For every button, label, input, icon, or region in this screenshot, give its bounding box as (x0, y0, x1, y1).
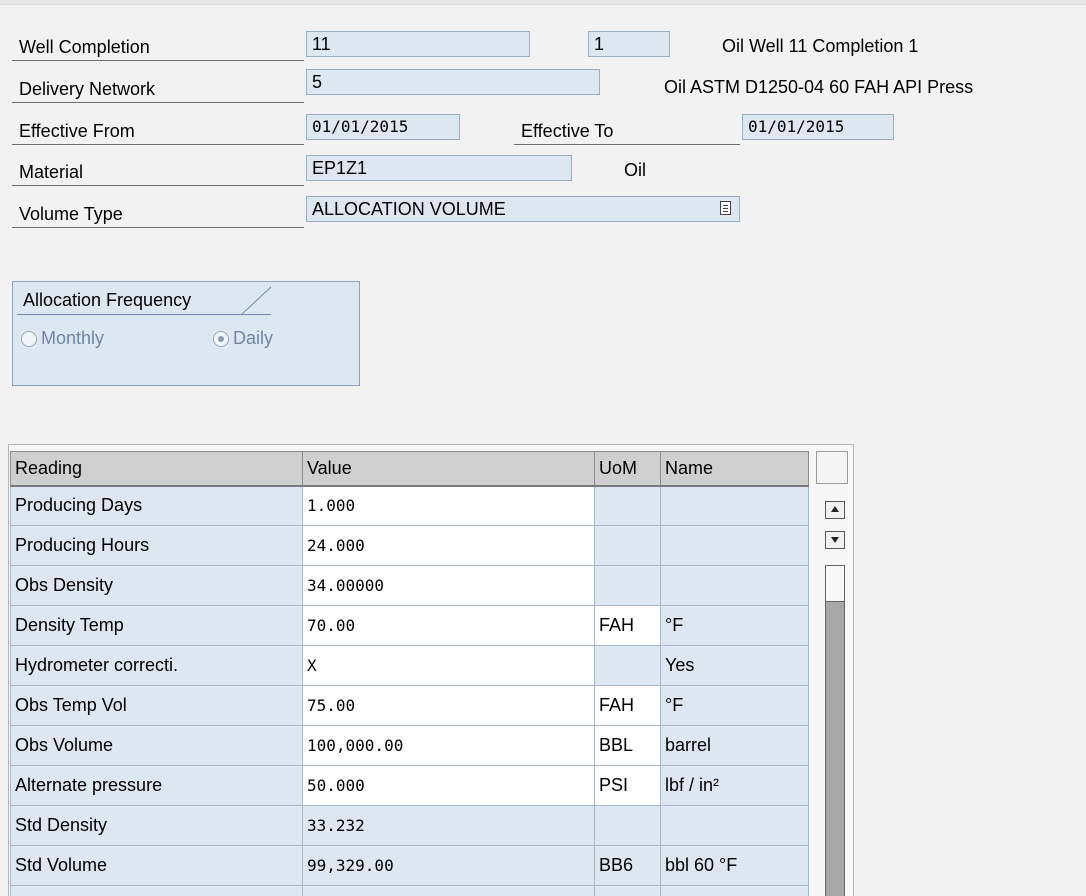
reading-cell: Obs Temp Vol (10, 685, 303, 726)
name-cell: barrel (660, 725, 809, 766)
table-row: Producing Days 1.000 (10, 485, 809, 526)
table-row: Hydrometer correcti. X Yes (10, 645, 809, 686)
vertical-scrollbar[interactable] (825, 565, 845, 896)
material-field[interactable]: EP1Z1 (306, 155, 572, 181)
reading-cell (10, 885, 303, 896)
table-row: Obs Volume 100,000.00 BBL barrel (10, 725, 809, 766)
reading-cell: Std Volume (10, 845, 303, 886)
reading-cell: Obs Density (10, 565, 303, 606)
value-cell[interactable]: 1.000 (302, 485, 595, 526)
radio-monthly[interactable]: Monthly (21, 326, 104, 350)
reading-cell: Density Temp (10, 605, 303, 646)
table-header-row: Reading Value UoM Name (10, 451, 809, 487)
uom-cell (594, 805, 661, 846)
reading-cell: Std Density (10, 805, 303, 846)
uom-cell (594, 525, 661, 566)
reading-cell: Producing Days (10, 485, 303, 526)
column-header-uom[interactable]: UoM (594, 451, 661, 487)
delivery-network-label: Delivery Network (12, 75, 304, 103)
radio-monthly-label: Monthly (41, 328, 105, 348)
well-completion-label: Well Completion (12, 33, 304, 61)
readings-table-container: Reading Value UoM Name Producing Days 1.… (8, 444, 854, 896)
name-cell (660, 885, 809, 896)
material-label: Material (12, 158, 304, 186)
table-row: Obs Density 34.00000 (10, 565, 809, 606)
effective-to-field[interactable]: 01/01/2015 (742, 114, 894, 140)
delivery-network-field[interactable]: 5 (306, 69, 600, 95)
group-title-underline (17, 314, 271, 315)
material-description: Oil (624, 160, 646, 180)
arrow-down-icon (831, 537, 839, 543)
value-cell: 33.232 (302, 805, 595, 846)
uom-cell[interactable]: FAH (594, 685, 661, 726)
value-cell[interactable]: 50.000 (302, 765, 595, 806)
table-row (10, 885, 809, 896)
effective-from-label: Effective From (12, 117, 304, 145)
scroll-down-button[interactable] (825, 531, 845, 549)
name-cell: bbl 60 °F (660, 845, 809, 886)
uom-cell (594, 885, 661, 896)
name-cell (660, 525, 809, 566)
name-cell: Yes (660, 645, 809, 686)
table-settings-button[interactable] (816, 451, 848, 484)
column-header-value[interactable]: Value (302, 451, 595, 487)
table-row: Density Temp 70.00 FAH °F (10, 605, 809, 646)
well-completion-number-field[interactable]: 1 (588, 31, 670, 57)
volume-type-value: ALLOCATION VOLUME (312, 199, 506, 219)
uom-cell (594, 645, 661, 686)
name-cell: °F (660, 685, 809, 726)
uom-cell: BB6 (594, 845, 661, 886)
scroll-up-button[interactable] (825, 501, 845, 519)
table-row: Alternate pressure 50.000 PSI lbf / in² (10, 765, 809, 806)
readings-table: Reading Value UoM Name Producing Days 1.… (10, 451, 809, 896)
uom-cell[interactable]: BBL (594, 725, 661, 766)
uom-cell[interactable]: PSI (594, 765, 661, 806)
radio-daily[interactable]: Daily (213, 326, 273, 350)
delivery-network-description: Oil ASTM D1250-04 60 FAH API Press (664, 77, 974, 97)
reading-cell: Alternate pressure (10, 765, 303, 806)
value-cell[interactable]: 70.00 (302, 605, 595, 646)
value-cell[interactable]: 24.000 (302, 525, 595, 566)
table-row: Obs Temp Vol 75.00 FAH °F (10, 685, 809, 726)
well-completion-description: Oil Well 11 Completion 1 (722, 36, 919, 56)
uom-cell[interactable]: FAH (594, 605, 661, 646)
column-header-reading[interactable]: Reading (10, 451, 303, 487)
table-row: Producing Hours 24.000 (10, 525, 809, 566)
name-cell: lbf / in² (660, 765, 809, 806)
name-cell (660, 805, 809, 846)
table-row: Std Volume 99,329.00 BB6 bbl 60 °F (10, 845, 809, 886)
group-title-tab-edge (240, 286, 272, 316)
value-cell[interactable]: 75.00 (302, 685, 595, 726)
top-border (0, 0, 1086, 5)
allocation-frequency-title: Allocation Frequency (23, 290, 192, 310)
name-cell (660, 485, 809, 526)
reading-cell: Producing Hours (10, 525, 303, 566)
table-row: Std Density 33.232 (10, 805, 809, 846)
effective-from-field[interactable]: 01/01/2015 (306, 114, 460, 140)
radio-daily-label: Daily (233, 328, 274, 348)
radio-selected-icon (213, 331, 229, 347)
volume-type-dropdown[interactable]: ALLOCATION VOLUME (306, 196, 740, 222)
value-cell: 99,329.00 (302, 845, 595, 886)
name-cell (660, 565, 809, 606)
value-cell[interactable]: X (302, 645, 595, 686)
value-cell[interactable]: 100,000.00 (302, 725, 595, 766)
arrow-up-icon (831, 506, 839, 512)
reading-cell: Hydrometer correcti. (10, 645, 303, 686)
name-cell: °F (660, 605, 809, 646)
radio-circle-icon (21, 331, 37, 347)
value-cell[interactable]: 34.00000 (302, 565, 595, 606)
scrollbar-thumb[interactable] (826, 566, 844, 602)
dropdown-list-icon[interactable] (720, 201, 731, 215)
allocation-frequency-group: Allocation Frequency Monthly Daily (12, 281, 360, 386)
column-header-name[interactable]: Name (660, 451, 809, 487)
volume-type-label: Volume Type (12, 200, 304, 228)
uom-cell (594, 565, 661, 606)
uom-cell (594, 485, 661, 526)
value-cell (302, 885, 595, 896)
effective-to-label: Effective To (514, 117, 740, 145)
reading-cell: Obs Volume (10, 725, 303, 766)
well-completion-field[interactable]: 11 (306, 31, 530, 57)
